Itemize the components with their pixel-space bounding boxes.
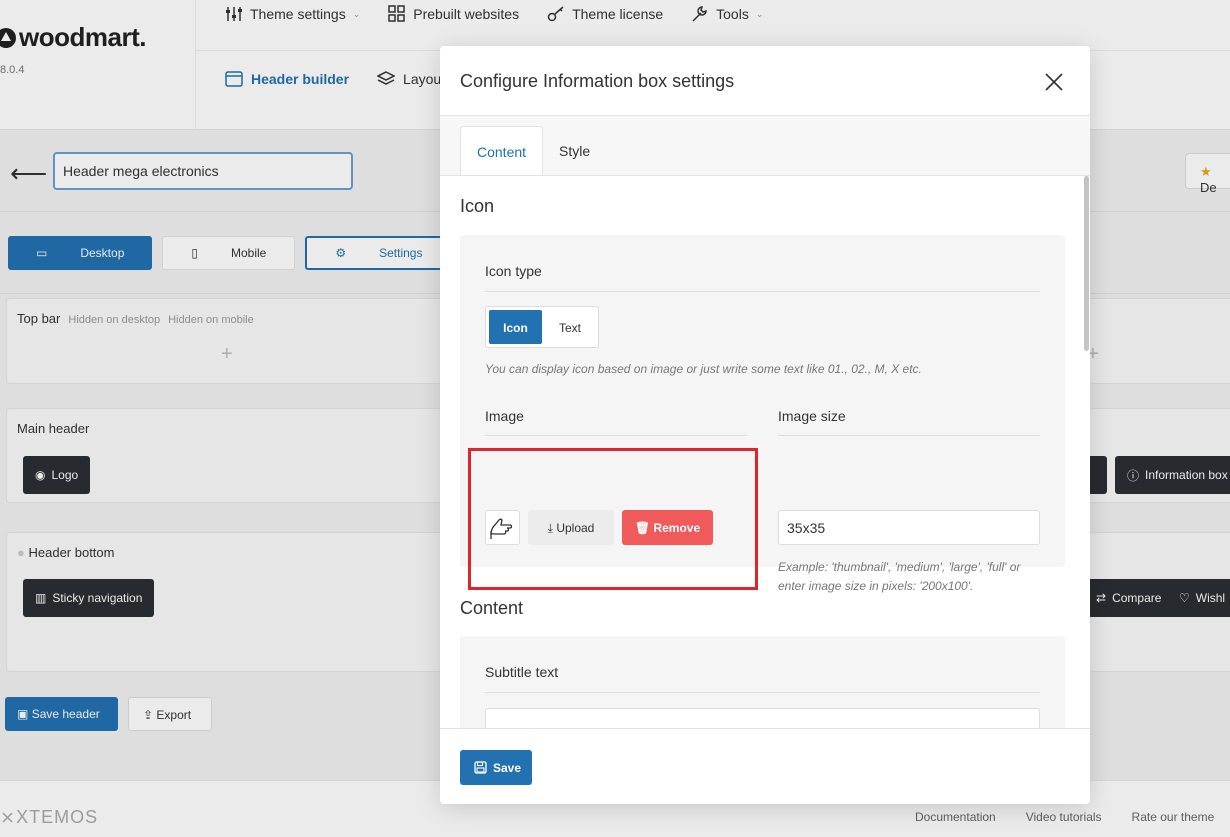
- button-label: Remove: [653, 521, 701, 535]
- icon-type-option-text[interactable]: Text: [546, 310, 594, 344]
- content-tab-panel: Icon Icon type Icon Text You can display…: [440, 175, 1090, 728]
- button-label: Save: [493, 761, 522, 775]
- modal-tabs: Content Style: [460, 126, 606, 176]
- divider: [485, 291, 1040, 292]
- subtitle-label: Subtitle text: [485, 664, 559, 680]
- icon-type-option-icon[interactable]: Icon: [489, 310, 542, 344]
- close-icon[interactable]: [1042, 70, 1066, 94]
- content-section-title: Content: [460, 598, 524, 618]
- modal-footer: Save: [440, 728, 1090, 804]
- button-label: Upload: [556, 521, 595, 535]
- upload-button[interactable]: ⤓ Upload: [528, 510, 614, 545]
- divider: [485, 435, 747, 436]
- floppy-disk-icon: [474, 761, 487, 774]
- image-size-input[interactable]: 35x35: [778, 510, 1040, 545]
- icon-type-label: Icon type: [485, 263, 542, 279]
- divider: [485, 692, 1040, 693]
- modal-body: Content Style Icon Icon type Icon Text Y…: [440, 116, 1090, 728]
- image-size-hint: Example: 'thumbnail', 'medium', 'large',…: [778, 560, 1021, 593]
- save-button[interactable]: Save: [460, 750, 532, 785]
- subtitle-input[interactable]: [485, 708, 1040, 728]
- tab-content[interactable]: Content: [460, 126, 544, 176]
- modal-header: Configure Information box settings: [440, 46, 1090, 116]
- hand-icon: [490, 518, 513, 539]
- image-size-label: Image size: [778, 408, 846, 424]
- modal-title: Configure Information box settings: [460, 71, 735, 91]
- icon-type-hint: You can display icon based on image or j…: [485, 362, 922, 376]
- scrollbar[interactable]: [1084, 176, 1089, 351]
- image-thumbnail[interactable]: [485, 510, 520, 545]
- image-label: Image: [485, 408, 524, 424]
- divider: [778, 435, 1040, 436]
- settings-modal: Configure Information box settings Conte…: [440, 46, 1090, 804]
- download-icon: ⤓: [547, 521, 553, 535]
- remove-button[interactable]: 🗑 Remove: [622, 510, 713, 545]
- icon-section-title: Icon: [460, 196, 495, 216]
- trash-icon: 🗑: [634, 521, 651, 535]
- icon-type-toggle: Icon Text: [485, 306, 599, 348]
- tab-style[interactable]: Style: [543, 126, 606, 175]
